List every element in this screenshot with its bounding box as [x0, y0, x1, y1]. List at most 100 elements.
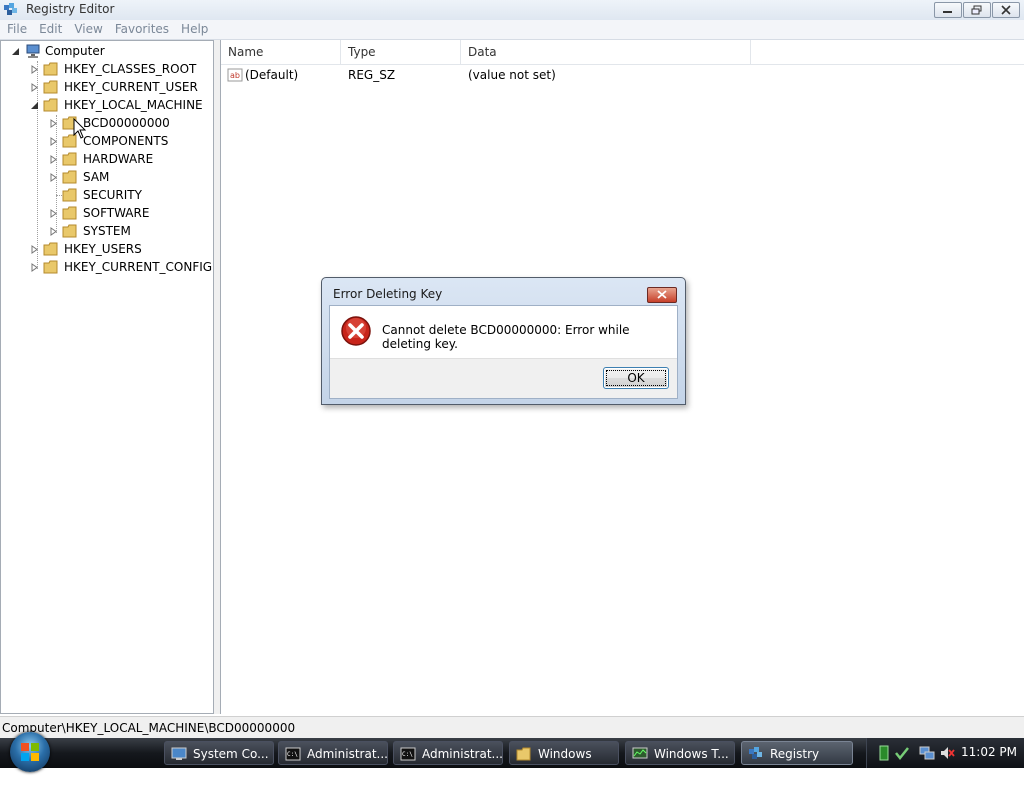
folder-icon — [62, 152, 77, 166]
clock[interactable]: 11:02 PM — [961, 745, 1017, 759]
taskbar-button-cmd-1[interactable]: C:\ Administrat... — [278, 741, 388, 765]
tree-item-system[interactable]: SYSTEM — [1, 222, 213, 240]
tree-item-hkcc[interactable]: HKEY_CURRENT_CONFIG — [1, 258, 213, 276]
tree-item-hardware[interactable]: HARDWARE — [1, 150, 213, 168]
error-dialog: Error Deleting Key Cannot delete BCD0000… — [321, 277, 686, 405]
folder-icon — [62, 188, 77, 202]
menu-help[interactable]: Help — [176, 20, 213, 39]
folder-open-icon — [43, 98, 58, 112]
expand-arrow-icon — [31, 245, 38, 254]
tree-item-label: SAM — [83, 170, 110, 184]
taskbar-button-label: Registry Edi... — [770, 747, 820, 785]
start-button[interactable] — [10, 732, 50, 772]
network-icon[interactable] — [919, 745, 935, 761]
taskbar: System Co... C:\ Administrat... C:\ Admi… — [0, 732, 1024, 785]
taskbar-button-registry-editor[interactable]: Registry Edi... — [741, 741, 853, 785]
svg-text:ab: ab — [230, 71, 240, 80]
minimize-button[interactable] — [934, 2, 962, 18]
expand-arrow-icon — [50, 209, 57, 218]
registry-editor-icon — [749, 747, 762, 759]
registry-editor-icon — [4, 3, 17, 15]
tree-item-computer[interactable]: Computer — [1, 42, 213, 60]
svg-text:C:\: C:\ — [287, 751, 298, 758]
folder-icon — [516, 747, 531, 761]
menu-favorites[interactable]: Favorites — [110, 20, 174, 39]
collapse-arrow-icon — [12, 48, 19, 55]
collapse-arrow-icon — [31, 102, 38, 109]
tree-item-security[interactable]: SECURITY — [1, 186, 213, 204]
close-icon — [1001, 5, 1011, 15]
tree-item-sam[interactable]: SAM — [1, 168, 213, 186]
value-name: (Default) — [245, 68, 299, 82]
menu-file[interactable]: File — [2, 20, 32, 39]
value-data: (value not set) — [468, 68, 556, 82]
taskbar-button-system-config[interactable]: System Co... — [164, 741, 274, 765]
dialog-footer: OK — [330, 358, 677, 398]
dialog-close-button[interactable] — [647, 287, 677, 303]
tree-item-label: SYSTEM — [83, 224, 131, 238]
dialog-message: Cannot delete BCD00000000: Error while d… — [382, 323, 630, 351]
tree-item-software[interactable]: SOFTWARE — [1, 204, 213, 222]
status-bar: Computer\HKEY_LOCAL_MACHINE\BCD00000000 — [0, 716, 1024, 739]
taskbar-button-label: Windows T... — [654, 747, 729, 761]
tree-item-label: BCD00000000 — [83, 116, 170, 130]
menu-bar: File Edit View Favorites Help — [0, 20, 1024, 40]
expand-arrow-icon — [31, 65, 38, 74]
dialog-title: Error Deleting Key — [333, 287, 443, 301]
error-icon — [341, 316, 371, 346]
key-tree[interactable]: Computer HKEY_CLASSES_ROOT HKEY_CURRENT_… — [0, 40, 214, 714]
restore-icon — [971, 5, 982, 15]
list-header: Name Type Data — [221, 40, 1024, 65]
column-header-data[interactable]: Data — [461, 40, 751, 64]
tree-item-label: HKEY_USERS — [64, 242, 142, 256]
close-icon — [657, 290, 667, 299]
ok-button[interactable]: OK — [603, 367, 669, 389]
expand-arrow-icon — [50, 119, 57, 128]
column-header-name[interactable]: Name — [221, 40, 341, 64]
close-button[interactable] — [992, 2, 1020, 18]
status-path: Computer\HKEY_LOCAL_MACHINE\BCD00000000 — [2, 721, 296, 735]
system-config-icon — [171, 747, 187, 760]
folder-icon — [43, 62, 58, 76]
tree-item-hkcu[interactable]: HKEY_CURRENT_USER — [1, 78, 213, 96]
tree-item-label: SECURITY — [83, 188, 142, 202]
tree-item-components[interactable]: COMPONENTS — [1, 132, 213, 150]
expand-arrow-icon — [50, 137, 57, 146]
expand-arrow-icon — [50, 155, 57, 164]
volume-muted-icon[interactable] — [939, 745, 955, 761]
tree-item-label: HKEY_CURRENT_CONFIG — [64, 260, 213, 274]
taskbar-button-label: Administrat... — [307, 747, 388, 761]
value-type: REG_SZ — [348, 68, 396, 82]
taskbar-button-cmd-2[interactable]: C:\ Administrat... — [393, 741, 503, 765]
expand-arrow-icon — [31, 83, 38, 92]
menu-view[interactable]: View — [69, 20, 107, 39]
tree-item-label: HARDWARE — [83, 152, 154, 166]
battery-icon[interactable] — [877, 745, 893, 761]
dialog-body: Cannot delete BCD00000000: Error while d… — [329, 305, 678, 399]
restore-button[interactable] — [963, 2, 991, 18]
folder-icon — [62, 206, 77, 220]
expand-arrow-icon — [50, 227, 57, 236]
tree-item-hkcr[interactable]: HKEY_CLASSES_ROOT — [1, 60, 213, 78]
menu-edit[interactable]: Edit — [34, 20, 67, 39]
column-header-type[interactable]: Type — [341, 40, 461, 64]
tree-item-label: HKEY_CURRENT_USER — [64, 80, 198, 94]
folder-icon — [43, 260, 58, 274]
folder-icon — [43, 242, 58, 256]
tree-item-hklm[interactable]: HKEY_LOCAL_MACHINE — [1, 96, 213, 114]
taskbar-button-task-manager[interactable]: Windows T... — [625, 741, 735, 765]
folder-icon — [62, 170, 77, 184]
expand-arrow-icon — [31, 263, 38, 272]
task-manager-icon — [632, 747, 648, 759]
taskbar-button-windows-folder[interactable]: Windows — [509, 741, 619, 765]
security-check-icon[interactable] — [895, 746, 909, 760]
system-tray: 11:02 PM — [866, 738, 1024, 768]
string-value-icon: ab — [227, 68, 243, 82]
tree-item-bcd[interactable]: BCD00000000 — [1, 114, 213, 132]
tree-item-hku[interactable]: HKEY_USERS — [1, 240, 213, 258]
tree-item-label: HKEY_CLASSES_ROOT — [64, 62, 197, 76]
title-bar: Registry Editor — [0, 0, 1024, 21]
window-title: Registry Editor — [26, 2, 115, 16]
list-item[interactable]: ab (Default) REG_SZ (value not set) — [221, 66, 1024, 84]
computer-icon — [26, 44, 40, 58]
